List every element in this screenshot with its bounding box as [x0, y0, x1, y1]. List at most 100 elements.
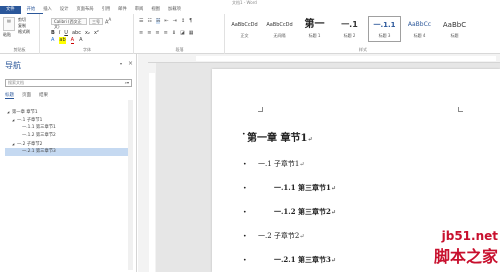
chevron-down-icon[interactable]: ▾: [120, 61, 122, 66]
vertical-ruler: [148, 63, 156, 272]
heading-tree: ◢ 第一章 章节1 ◢ 一.1 子章节1 一.1.1 第三章节1 一.1.2 第三章节2 ◢…: [5, 108, 130, 156]
heading-paragraph[interactable]: 一.1.1 第三章节1↵: [274, 183, 336, 193]
menu-tab[interactable]: 引用: [102, 6, 119, 14]
tree-node[interactable]: 一.1.1 第三章节1: [5, 124, 130, 132]
style-preview: AaBbCcDd: [231, 22, 258, 28]
menu-tab[interactable]: 邮件: [118, 6, 135, 14]
crop-mark: [458, 107, 463, 112]
tab-pages[interactable]: 页面: [22, 92, 31, 99]
show-marks-icon[interactable]: ¶: [189, 18, 192, 24]
styles-group-label: 样式: [359, 47, 367, 52]
menu-tab[interactable]: 开始: [26, 6, 44, 14]
font-format-row: B I U abc x₂ x²: [51, 30, 99, 36]
superscript-icon[interactable]: x²: [94, 30, 99, 36]
horizontal-ruler: [148, 54, 500, 63]
tree-node[interactable]: ◢ 一.1 子章节1: [5, 116, 130, 124]
multilevel-list-icon[interactable]: ☵: [155, 18, 161, 24]
align-center-icon[interactable]: ≡: [147, 30, 151, 36]
menu-tab[interactable]: 文件: [0, 6, 21, 14]
format-painter-button[interactable]: 格式刷: [18, 29, 30, 35]
menu-tab[interactable]: 页面布局: [76, 6, 101, 14]
numbered-list-icon[interactable]: ☷: [147, 18, 151, 24]
align-left-icon[interactable]: ≡: [139, 30, 143, 36]
paragraph-mark-icon: ↵: [299, 161, 305, 168]
decrease-indent-icon[interactable]: ⇤: [164, 18, 168, 24]
borders-icon[interactable]: ▦: [189, 30, 194, 36]
tree-node-label: 一.1.2 第三章节2: [22, 133, 56, 138]
style-item[interactable]: AaBbC 标题: [438, 16, 471, 42]
list-buttons: ☰ ☷ ☵ ⇤ ⇥ ↕ ¶: [139, 18, 192, 24]
bold-icon[interactable]: B: [51, 30, 55, 36]
menu-tab[interactable]: 插入: [43, 6, 60, 14]
tree-node-label: 一.1.1 第三章节1: [22, 125, 56, 130]
sort-icon[interactable]: ↕: [181, 18, 185, 24]
paragraph-group-label: 段落: [175, 47, 184, 52]
font-name-select[interactable]: Calibri (西文正文): [51, 18, 87, 29]
font-color-icon[interactable]: A: [70, 37, 75, 44]
heading-text: 一.1.2 第三章节2: [274, 207, 331, 216]
heading-paragraph[interactable]: 第一章 章节1↵: [247, 129, 312, 144]
style-item[interactable]: 第一 标题 1: [298, 16, 331, 42]
heading-paragraph[interactable]: 一.2.1 第三章节3↵: [274, 255, 336, 265]
menu-tab[interactable]: 加载项: [168, 6, 189, 14]
shading-icon[interactable]: ◪: [180, 30, 185, 36]
menu-tab[interactable]: 视图: [151, 6, 168, 14]
tab-headings[interactable]: 标题: [5, 92, 14, 99]
style-item[interactable]: AaBbCcDd 无间隔: [263, 16, 296, 42]
style-item[interactable]: AaBbCcDd 正文: [228, 16, 261, 42]
tree-node[interactable]: 一.1.2 第三章节2: [5, 132, 130, 140]
paragraph-bullet: •: [243, 257, 247, 264]
style-name: 标题 1: [308, 33, 321, 38]
style-item[interactable]: AaBbCc 标题 4: [403, 16, 436, 42]
paste-button[interactable]: ▤: [3, 17, 15, 31]
style-preview: 一.1: [341, 20, 358, 29]
close-icon[interactable]: ×: [128, 60, 133, 67]
text-effects-icon[interactable]: A: [51, 37, 54, 44]
align-right-icon[interactable]: ≡: [155, 30, 159, 36]
watermark-domain: jb51.net: [441, 229, 498, 243]
subscript-icon[interactable]: x₂: [85, 30, 90, 36]
tree-node[interactable]: ◢ 第一章 章节1: [5, 108, 130, 116]
tab-results[interactable]: 结果: [39, 92, 48, 99]
strike-icon[interactable]: abc: [72, 30, 81, 36]
heading-text: 第一章 章节1: [247, 133, 308, 144]
nav-scrollbar[interactable]: [128, 100, 133, 270]
search-input[interactable]: 搜索文档 ⌕▾: [5, 79, 132, 87]
paragraph-bullet: •: [243, 161, 247, 168]
paragraph-bullet: •: [243, 233, 247, 240]
paragraph-group: ☰ ☷ ☵ ⇤ ⇥ ↕ ¶ ≡ ≡ ≡ ≡ ↨ ◪ ▦ 段落: [135, 14, 225, 54]
paragraph-bullet: •: [242, 131, 246, 138]
menu-tab[interactable]: 设计: [60, 6, 77, 14]
menu-tab[interactable]: 审阅: [135, 6, 152, 14]
watermark-site: 脚本之家: [433, 247, 498, 266]
style-name: 标题: [450, 33, 459, 38]
line-spacing-icon[interactable]: ↨: [172, 30, 176, 36]
font-size-select[interactable]: 三号: [89, 18, 103, 25]
heading-paragraph[interactable]: 一.2 子章节2↵: [258, 231, 304, 241]
char-shading-icon[interactable]: A: [79, 37, 82, 44]
style-name: 正文: [240, 33, 249, 38]
style-item[interactable]: 一.1.1 标题 3: [368, 16, 401, 42]
style-item[interactable]: 一.1 标题 2: [333, 16, 366, 42]
tree-node-label: 一.1 子章节1: [17, 118, 43, 123]
justify-icon[interactable]: ≡: [164, 30, 168, 36]
tree-node-label: 第一章 章节1: [12, 110, 38, 115]
crop-mark: [258, 107, 263, 112]
heading-paragraph[interactable]: 一.1.2 第三章节2↵: [274, 207, 336, 217]
grow-font-icon[interactable]: AA: [105, 17, 111, 26]
increase-indent-icon[interactable]: ⇥: [173, 18, 177, 24]
clipboard-group: ▤ 粘贴 剪切 复制 格式刷 剪贴板: [0, 14, 40, 54]
underline-icon[interactable]: U: [64, 30, 68, 36]
font-color-row: A ab A A: [51, 37, 83, 44]
italic-icon[interactable]: I: [59, 30, 60, 36]
bullet-list-icon[interactable]: ☰: [139, 18, 143, 24]
paste-label: 粘贴: [3, 32, 11, 37]
paragraph-bullet: •: [243, 209, 247, 216]
tree-node[interactable]: 一.2.1 第三章节3: [5, 148, 130, 156]
heading-paragraph[interactable]: 一.1 子章节1↵: [258, 159, 304, 169]
paragraph-mark-icon: ↵: [330, 185, 336, 192]
highlight-icon[interactable]: ab: [59, 37, 66, 44]
tree-node[interactable]: ◢ 一.2 子章节2: [5, 140, 130, 148]
search-icon[interactable]: ⌕▾: [125, 80, 129, 86]
pane-splitter[interactable]: [138, 54, 148, 272]
